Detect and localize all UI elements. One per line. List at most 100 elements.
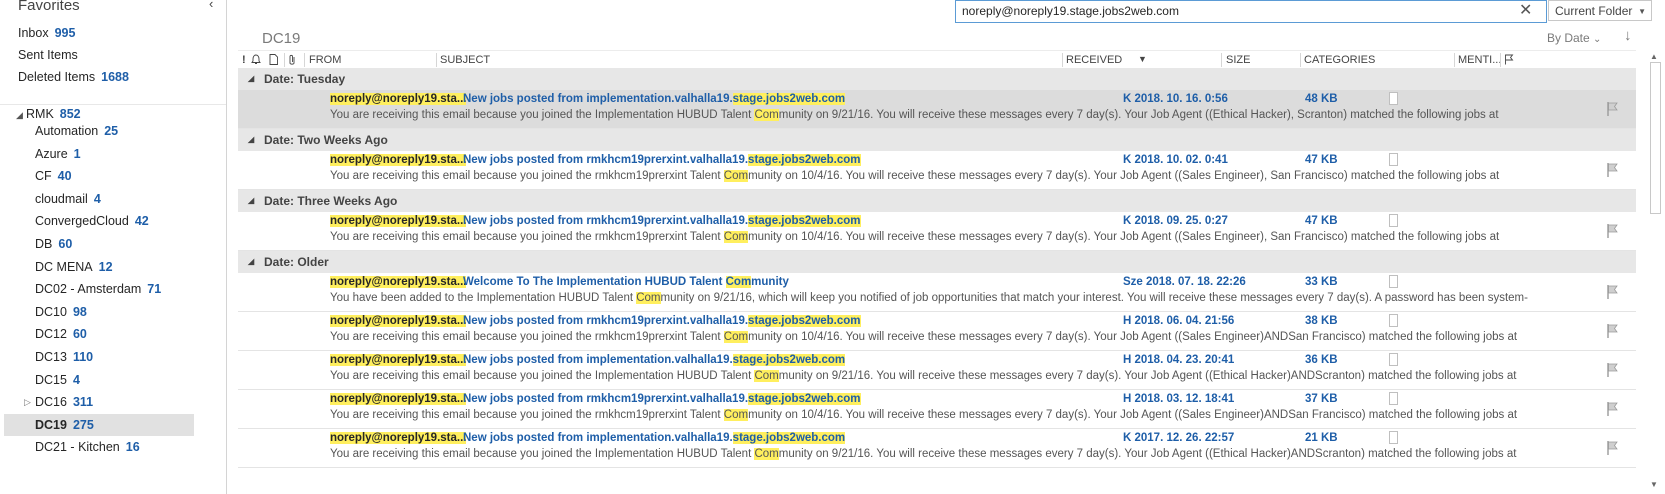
search-scope-dropdown[interactable]: Current Folder ▼	[1548, 0, 1652, 21]
column-from[interactable]: FROM	[309, 51, 341, 69]
category-box[interactable]	[1389, 314, 1398, 327]
folder-label: DB	[35, 237, 53, 251]
sidebar-item-inbox[interactable]: Inbox 995	[18, 22, 75, 44]
search-highlight: Com	[636, 292, 661, 304]
unread-count: 71	[147, 282, 162, 297]
scroll-down-arrow-icon[interactable]: ▼	[1650, 480, 1658, 489]
category-box[interactable]	[1389, 153, 1398, 166]
collapse-triangle-icon[interactable]: ◢	[248, 129, 254, 151]
category-box[interactable]	[1389, 392, 1398, 405]
column-attachment-paperclip-icon[interactable]	[288, 51, 296, 69]
message-row[interactable]: noreply@noreply19.sta... New jobs posted …	[238, 312, 1636, 351]
search-input[interactable]	[962, 2, 1482, 20]
message-row[interactable]: noreply@noreply19.sta... New jobs posted …	[238, 212, 1636, 251]
flag-icon[interactable]	[1606, 440, 1620, 456]
column-separator[interactable]	[1062, 53, 1063, 67]
message-row[interactable]: noreply@noreply19.sta... New jobs posted …	[238, 151, 1636, 190]
flag-icon[interactable]	[1606, 401, 1620, 417]
scrollbar-thumb[interactable]	[1650, 62, 1661, 214]
search-highlight: Com	[723, 409, 749, 421]
sidebar-item-sent-items[interactable]: Sent Items	[18, 44, 78, 66]
sidebar-item-dc21-kitchen[interactable]: DC21 - Kitchen 16	[35, 436, 140, 458]
flag-icon[interactable]	[1606, 362, 1620, 378]
preview-part: munity on 9/21/16, which will keep you n…	[660, 292, 1528, 304]
column-subject[interactable]: SUBJECT	[440, 51, 490, 69]
message-row[interactable]: noreply@noreply19.sta... New jobs posted …	[238, 390, 1636, 429]
sidebar-item-convergedcloud[interactable]: ConvergedCloud 42	[35, 210, 149, 232]
sidebar-item-dc-mena[interactable]: DC MENA 12	[35, 256, 113, 278]
message-received: Sze 2018. 07. 18. 22:26	[1123, 276, 1246, 288]
preview-part: munity on 10/4/16. You will receive thes…	[748, 409, 1518, 421]
expand-triangle-icon[interactable]: ▷	[24, 391, 31, 413]
group-label: Date: Three Weeks Ago	[264, 194, 398, 208]
category-box[interactable]	[1389, 431, 1398, 444]
collapse-triangle-icon[interactable]: ◢	[248, 251, 254, 273]
sidebar-item-azure[interactable]: Azure 1	[35, 143, 81, 165]
search-box[interactable]: ✕	[955, 0, 1547, 23]
column-mentions[interactable]: MENTI...	[1458, 51, 1501, 69]
sort-by-label: By Date	[1547, 31, 1590, 45]
search-highlight: Com	[723, 231, 749, 243]
message-row[interactable]: noreply@noreply19.sta... New jobs posted …	[238, 90, 1636, 129]
column-separator[interactable]	[1454, 53, 1455, 67]
scroll-up-arrow-icon[interactable]: ▲	[1650, 52, 1658, 61]
column-separator[interactable]	[1500, 53, 1501, 67]
message-subject: New jobs posted from rmkhcm19prerxint.va…	[463, 315, 861, 327]
collapse-chevron-icon[interactable]: ‹	[209, 0, 213, 11]
search-highlight: Com	[754, 448, 779, 460]
sidebar-item-dc19[interactable]: DC19 275	[4, 413, 194, 436]
group-header[interactable]: ◢ Date: Tuesday	[238, 68, 1636, 90]
collapse-triangle-icon[interactable]: ◢	[248, 68, 254, 90]
sidebar-item-dc13[interactable]: DC13 110	[35, 346, 93, 368]
sidebar-item-dc10[interactable]: DC10 98	[35, 301, 87, 323]
column-separator[interactable]	[304, 53, 305, 67]
flag-icon[interactable]	[1606, 284, 1620, 300]
group-header[interactable]: ◢ Date: Three Weeks Ago	[238, 190, 1636, 212]
sidebar-item-automation[interactable]: Automation 25	[35, 120, 118, 142]
flag-icon[interactable]	[1606, 223, 1620, 239]
sidebar-item-dc15[interactable]: DC15 4	[35, 369, 80, 391]
column-icon-document-icon[interactable]	[269, 51, 278, 69]
flag-icon[interactable]	[1606, 323, 1620, 339]
category-box[interactable]	[1389, 92, 1398, 105]
column-separator[interactable]	[284, 53, 285, 67]
sort-by-dropdown[interactable]: By Date ⌄	[1547, 31, 1601, 45]
sidebar-item-dc16[interactable]: ▷ DC16 311	[24, 391, 93, 413]
flag-icon[interactable]	[1606, 101, 1620, 117]
column-size[interactable]: SIZE	[1226, 51, 1250, 69]
column-flag-status-icon[interactable]	[1504, 51, 1514, 69]
category-box[interactable]	[1389, 353, 1398, 366]
sidebar-item-cloudmail[interactable]: cloudmail 4	[35, 188, 101, 210]
message-row[interactable]: noreply@noreply19.sta... New jobs posted …	[238, 351, 1636, 390]
column-separator[interactable]	[436, 53, 437, 67]
column-reminder-bell-icon[interactable]	[251, 51, 261, 69]
column-categories[interactable]: CATEGORIES	[1304, 51, 1375, 69]
folder-label: DC02 - Amsterdam	[35, 282, 142, 297]
unread-count: 25	[104, 124, 119, 138]
group-header[interactable]: ◢ Date: Two Weeks Ago	[238, 129, 1636, 151]
message-row[interactable]: noreply@noreply19.sta... New jobs posted …	[238, 429, 1636, 468]
message-received: H 2018. 04. 23. 20:41	[1123, 354, 1235, 366]
close-icon[interactable]: ✕	[1519, 1, 1532, 21]
sidebar-item-deleted-items[interactable]: Deleted Items 1688	[18, 66, 129, 88]
sidebar-item-db[interactable]: DB 60	[35, 233, 72, 255]
column-received[interactable]: RECEIVED	[1066, 51, 1122, 69]
column-separator[interactable]	[1300, 53, 1301, 67]
sidebar-item-dc02-amsterdam[interactable]: DC02 - Amsterdam 71	[35, 278, 161, 300]
sidebar-item-cf[interactable]: CF 40	[35, 165, 72, 187]
column-importance[interactable]: !	[242, 51, 246, 69]
flag-icon[interactable]	[1606, 162, 1620, 178]
message-size: 37 KB	[1305, 393, 1338, 405]
column-separator[interactable]	[1221, 53, 1222, 67]
vertical-scrollbar[interactable]: ▲ ▼	[1648, 50, 1662, 494]
favorites-header[interactable]: Favorites	[18, 0, 80, 14]
search-highlight: Com	[754, 370, 779, 382]
category-box[interactable]	[1389, 275, 1398, 288]
collapse-triangle-icon[interactable]: ◢	[248, 190, 254, 212]
group-header[interactable]: ◢ Date: Older	[238, 251, 1636, 273]
category-box[interactable]	[1389, 214, 1398, 227]
sort-direction-arrow-icon[interactable]: ↓	[1624, 27, 1632, 44]
message-row[interactable]: noreply@noreply19.sta... Welcome To The I…	[238, 273, 1636, 312]
sidebar-item-dc12[interactable]: DC12 60	[35, 323, 87, 345]
expand-triangle-icon[interactable]: ◢	[16, 104, 26, 126]
